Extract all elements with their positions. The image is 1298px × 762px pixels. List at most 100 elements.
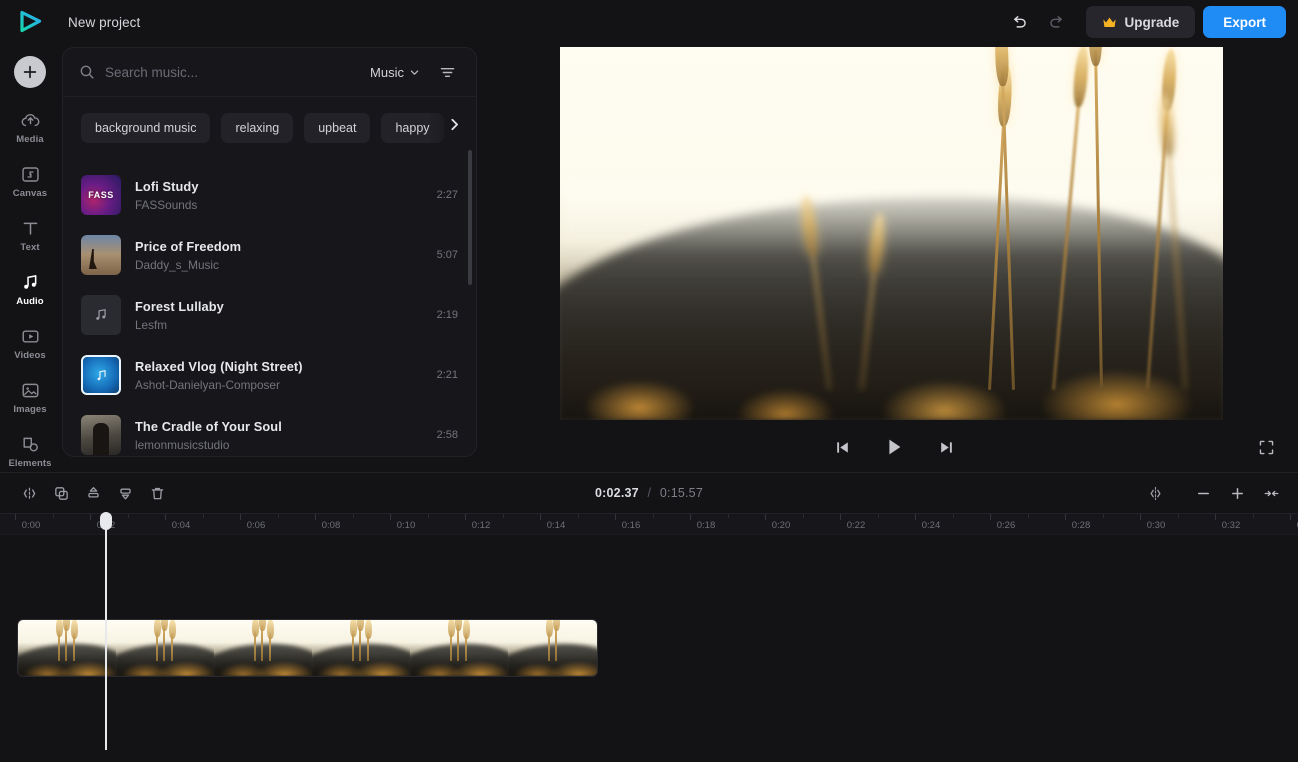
category-dropdown[interactable]: Music: [368, 61, 422, 84]
sidebar-item-elements[interactable]: Elements: [0, 424, 60, 478]
keyframe-split-icon: [1149, 486, 1161, 500]
track-row-cradle-of-your-soul[interactable]: The Cradle of Your Soul lemonmusicstudio…: [63, 405, 476, 456]
fit-arrows-icon: [1264, 490, 1278, 496]
ruler-tick: [765, 514, 766, 520]
zoom-out-button[interactable]: [1188, 479, 1218, 507]
track-artist: Ashot-Danielyan-Composer: [135, 377, 280, 392]
search-input[interactable]: [105, 64, 359, 80]
add-media-button[interactable]: [14, 56, 46, 88]
ruler-label: 0:20: [771, 520, 791, 531]
split-up-icon: [87, 486, 99, 498]
sidebar-label-text: Text: [20, 241, 40, 253]
chevron-right-icon: [451, 118, 458, 131]
track-row-lofi-study[interactable]: FASS Lofi Study FASSounds 2:27: [63, 165, 476, 225]
track-title: The Cradle of Your Soul: [135, 418, 282, 434]
ruler-tick-minor: [1027, 514, 1029, 518]
ruler-tick-minor: [652, 514, 654, 518]
sidebar-item-videos[interactable]: Videos: [0, 316, 60, 370]
skip-back-icon: [836, 441, 848, 453]
upgrade-button[interactable]: Upgrade: [1086, 6, 1196, 38]
top-bar: New project Upgrade Export: [0, 0, 1298, 44]
delete-clip-button[interactable]: [142, 479, 172, 507]
track-row-relaxed-vlog[interactable]: Relaxed Vlog (Night Street) Ashot-Daniel…: [63, 345, 476, 405]
project-title[interactable]: New project: [68, 15, 140, 30]
fullscreen-button[interactable]: [1252, 433, 1280, 461]
ruler-tick-minor: [202, 514, 204, 518]
track-meta: Relaxed Vlog (Night Street) Ashot-Daniel…: [135, 359, 423, 392]
track-meta: Lofi Study FASSounds: [135, 179, 423, 212]
chip-background-music[interactable]: background music: [81, 113, 211, 143]
minus-icon: [1197, 492, 1209, 494]
ruler-tick-minor: [427, 514, 429, 518]
track-thumbnail-text: FASS: [88, 190, 114, 200]
ruler-tick: [1290, 514, 1291, 520]
trash-icon: [151, 487, 163, 499]
ruler-label: 0:30: [1146, 520, 1166, 531]
filter-sliders-icon: [440, 67, 454, 77]
panel-body: background music relaxing upbeat happy b…: [63, 97, 476, 456]
ruler-tick: [540, 514, 541, 520]
tag-chip-row: background music relaxing upbeat happy b…: [63, 97, 476, 157]
track-row-price-of-freedom[interactable]: Price of Freedom Daddy_s_Music 5:07: [63, 225, 476, 285]
time-display: 0:02.37 / 0:15.57: [595, 486, 703, 500]
redo-button[interactable]: [1042, 7, 1072, 37]
ruler-tick-minor: [277, 514, 279, 518]
audio-library-panel: Music background music relaxing upbeat h…: [62, 47, 477, 457]
split-down-button[interactable]: [110, 479, 140, 507]
top-bar-actions: Upgrade Export: [1004, 0, 1286, 44]
sidebar-item-canvas[interactable]: Canvas: [0, 154, 60, 208]
sidebar-label-media: Media: [16, 133, 44, 145]
track-duration: 2:27: [436, 189, 458, 201]
timeline-ruler[interactable]: 0:00 0:02 0:04 0:06 0:08 0:10 0:12 0:14 0:16 0:18…: [0, 513, 1298, 535]
split-up-button[interactable]: [78, 479, 108, 507]
export-label: Export: [1223, 14, 1266, 30]
clip-frame: [508, 620, 597, 676]
music-note-icon: [96, 309, 106, 320]
keyframe-button[interactable]: [1140, 479, 1170, 507]
playhead-drag-handle[interactable]: [98, 513, 114, 750]
ruler-tick-minor: [802, 514, 804, 518]
track-thumbnail: [81, 415, 121, 455]
ruler-tick: [915, 514, 916, 520]
music-note-icon: [97, 369, 106, 380]
filter-button[interactable]: [432, 57, 462, 87]
chip-happy[interactable]: happy: [381, 113, 444, 143]
skip-forward-button[interactable]: [931, 432, 961, 462]
timeline-tracks[interactable]: [0, 535, 1298, 762]
chip-relaxing[interactable]: relaxing: [221, 113, 294, 143]
upload-cloud-icon: [21, 113, 39, 126]
sidebar-item-media[interactable]: Media: [0, 100, 60, 154]
time-separator: /: [647, 486, 652, 500]
ruler-tick: [615, 514, 616, 520]
zoom-in-button[interactable]: [1222, 479, 1252, 507]
track-duration: 2:58: [436, 429, 458, 441]
sidebar-item-audio[interactable]: Audio: [0, 262, 60, 316]
ruler-label: 0:18: [696, 520, 716, 531]
skip-back-button[interactable]: [827, 432, 857, 462]
panel-scrollbar[interactable]: [468, 150, 472, 285]
text-t-icon: [23, 222, 37, 235]
sidebar-item-text[interactable]: Text: [0, 208, 60, 262]
chip-upbeat[interactable]: upbeat: [304, 113, 371, 143]
fit-to-screen-button[interactable]: [1256, 479, 1286, 507]
duplicate-icon: [54, 486, 68, 500]
ruler-tick: [1215, 514, 1216, 520]
split-clip-button[interactable]: [14, 479, 44, 507]
chips-next-button[interactable]: [447, 117, 462, 137]
category-label: Music: [370, 64, 404, 80]
canvas-expand-icon: [21, 166, 39, 182]
ruler-label: 0:06: [246, 520, 266, 531]
play-icon: [889, 439, 901, 455]
track-artist: Lesfm: [135, 317, 168, 332]
track-row-forest-lullaby[interactable]: Forest Lullaby Lesfm 2:19: [63, 285, 476, 345]
undo-button[interactable]: [1004, 7, 1034, 37]
sidebar-item-images[interactable]: Images: [0, 370, 60, 424]
export-button[interactable]: Export: [1203, 6, 1286, 38]
duplicate-clip-button[interactable]: [46, 479, 76, 507]
video-preview[interactable]: [560, 47, 1223, 420]
ruler-label: 0:04: [171, 520, 191, 531]
app-logo[interactable]: [0, 9, 60, 35]
play-button[interactable]: [879, 432, 909, 462]
playback-controls: [490, 425, 1298, 469]
track-title: Relaxed Vlog (Night Street): [135, 358, 303, 374]
